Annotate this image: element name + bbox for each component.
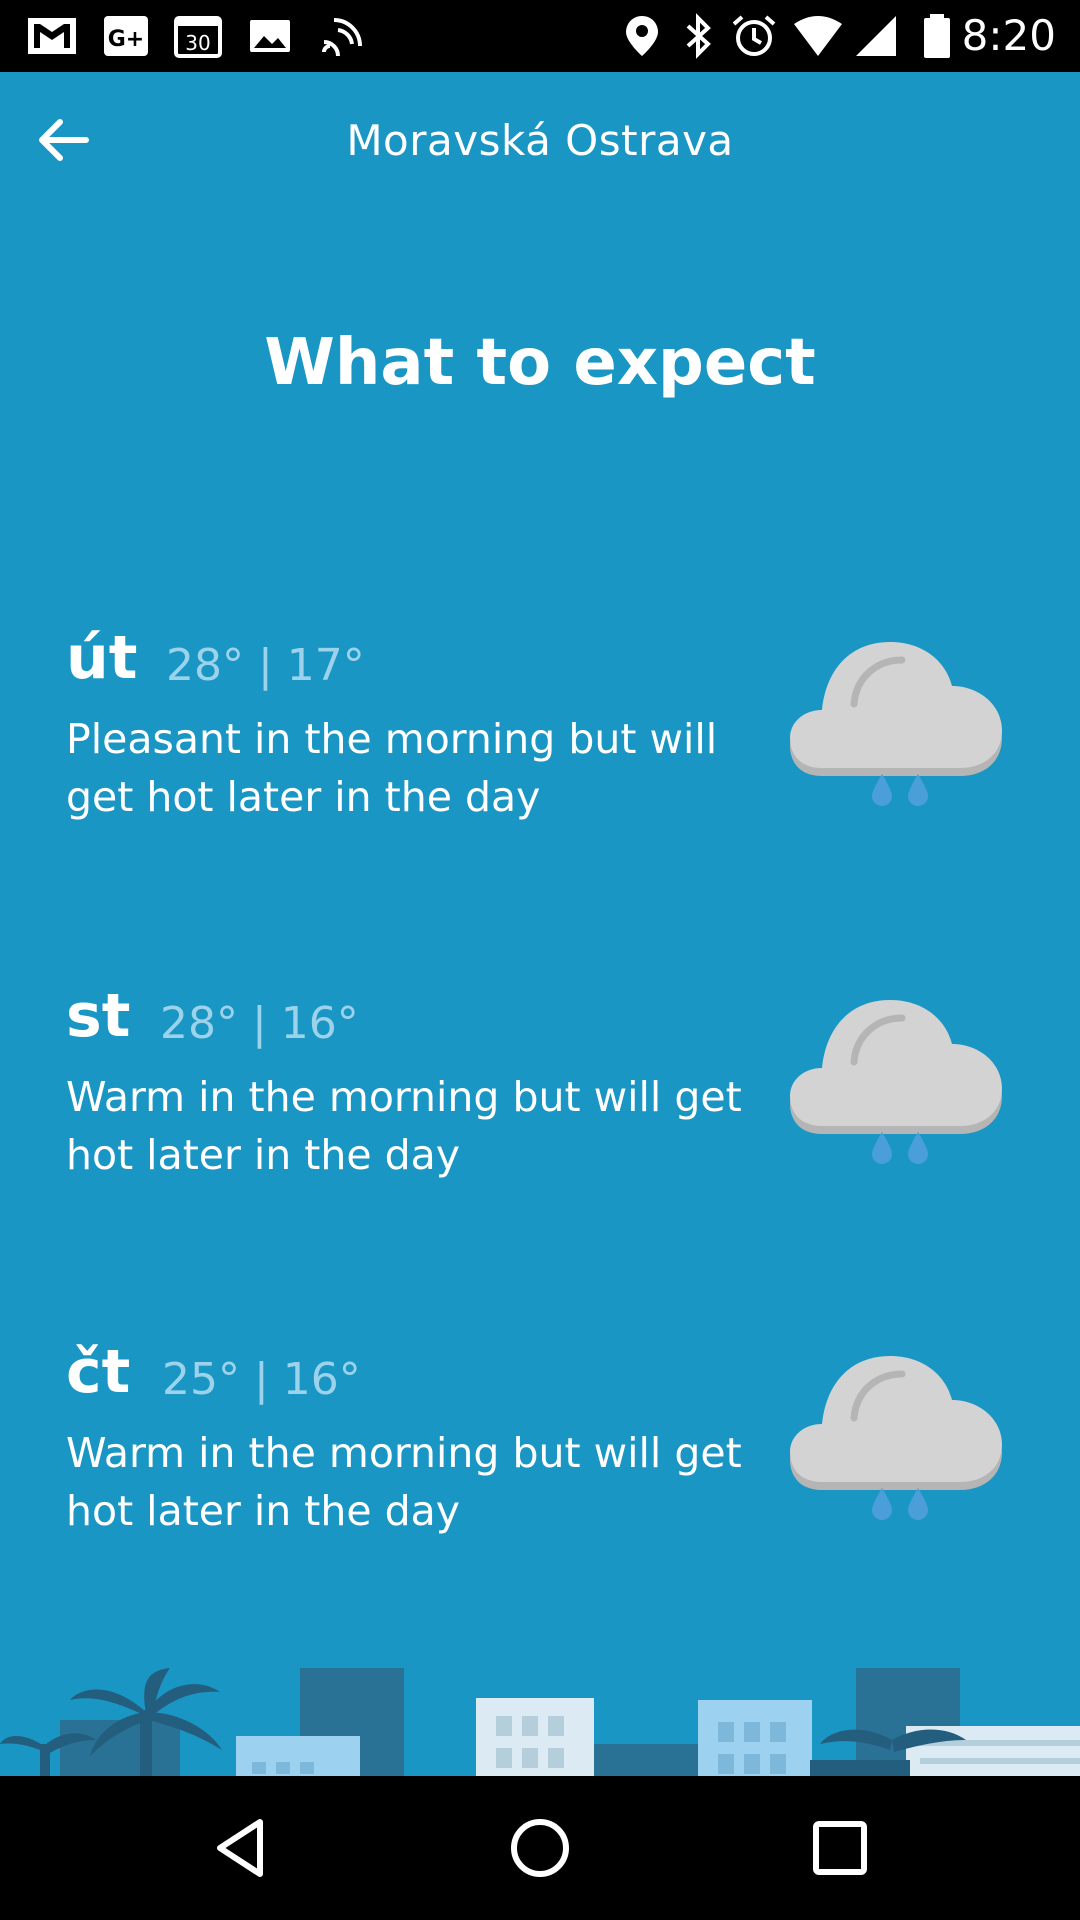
cast-icon [322, 18, 362, 57]
city-skyline-illustration [0, 1668, 1080, 1776]
day-description: Warm in the morning but will get hot lat… [66, 1429, 742, 1535]
status-bar: G+ 30 8:20 [0, 0, 1080, 72]
svg-text:G+: G+ [108, 27, 145, 52]
gallery-icon [250, 20, 290, 52]
signal-icon [856, 16, 896, 56]
clock: 8:20 [961, 11, 1056, 60]
day-name: út [66, 623, 138, 693]
gmail-icon [28, 18, 76, 54]
battery-icon [924, 14, 950, 58]
day-temperatures: 28° | 16° [160, 998, 359, 1049]
back-triangle-icon[interactable] [206, 1812, 278, 1884]
bluetooth-icon [686, 13, 711, 59]
rain-cloud-icon [790, 1356, 1002, 1520]
recents-square-icon[interactable] [804, 1812, 876, 1884]
day-name: st [66, 981, 131, 1051]
rain-cloud-icon [790, 1000, 1002, 1164]
forecast-day-row: čt 25° | 16° Warm in the morning but wil… [0, 1336, 1080, 1556]
alarm-icon [732, 15, 776, 56]
wifi-icon [794, 16, 842, 56]
page-heading: What to expect [264, 326, 816, 400]
location-title: Moravská Ostrava [346, 116, 734, 165]
location-icon [626, 16, 658, 56]
forecast-day-row: út 28° | 17° Pleasant in the morning but… [0, 622, 1080, 842]
forecast-day-row: st 28° | 16° Warm in the morning but wil… [0, 980, 1080, 1200]
home-circle-icon[interactable] [504, 1812, 576, 1884]
calendar-icon: 30 [174, 16, 222, 58]
day-description: Pleasant in the morning but will get hot… [66, 715, 718, 821]
day-temperatures: 25° | 16° [162, 1354, 361, 1405]
day-name: čt [66, 1337, 131, 1407]
app-bar: Moravská Ostrava [0, 72, 1080, 212]
day-description: Warm in the morning but will get hot lat… [66, 1073, 742, 1179]
svg-text:30: 30 [185, 31, 210, 55]
day-temperatures: 28° | 17° [166, 640, 365, 691]
navigation-bar [0, 1776, 1080, 1920]
rain-cloud-icon [790, 642, 1002, 806]
google-plus-icon: G+ [104, 16, 148, 56]
